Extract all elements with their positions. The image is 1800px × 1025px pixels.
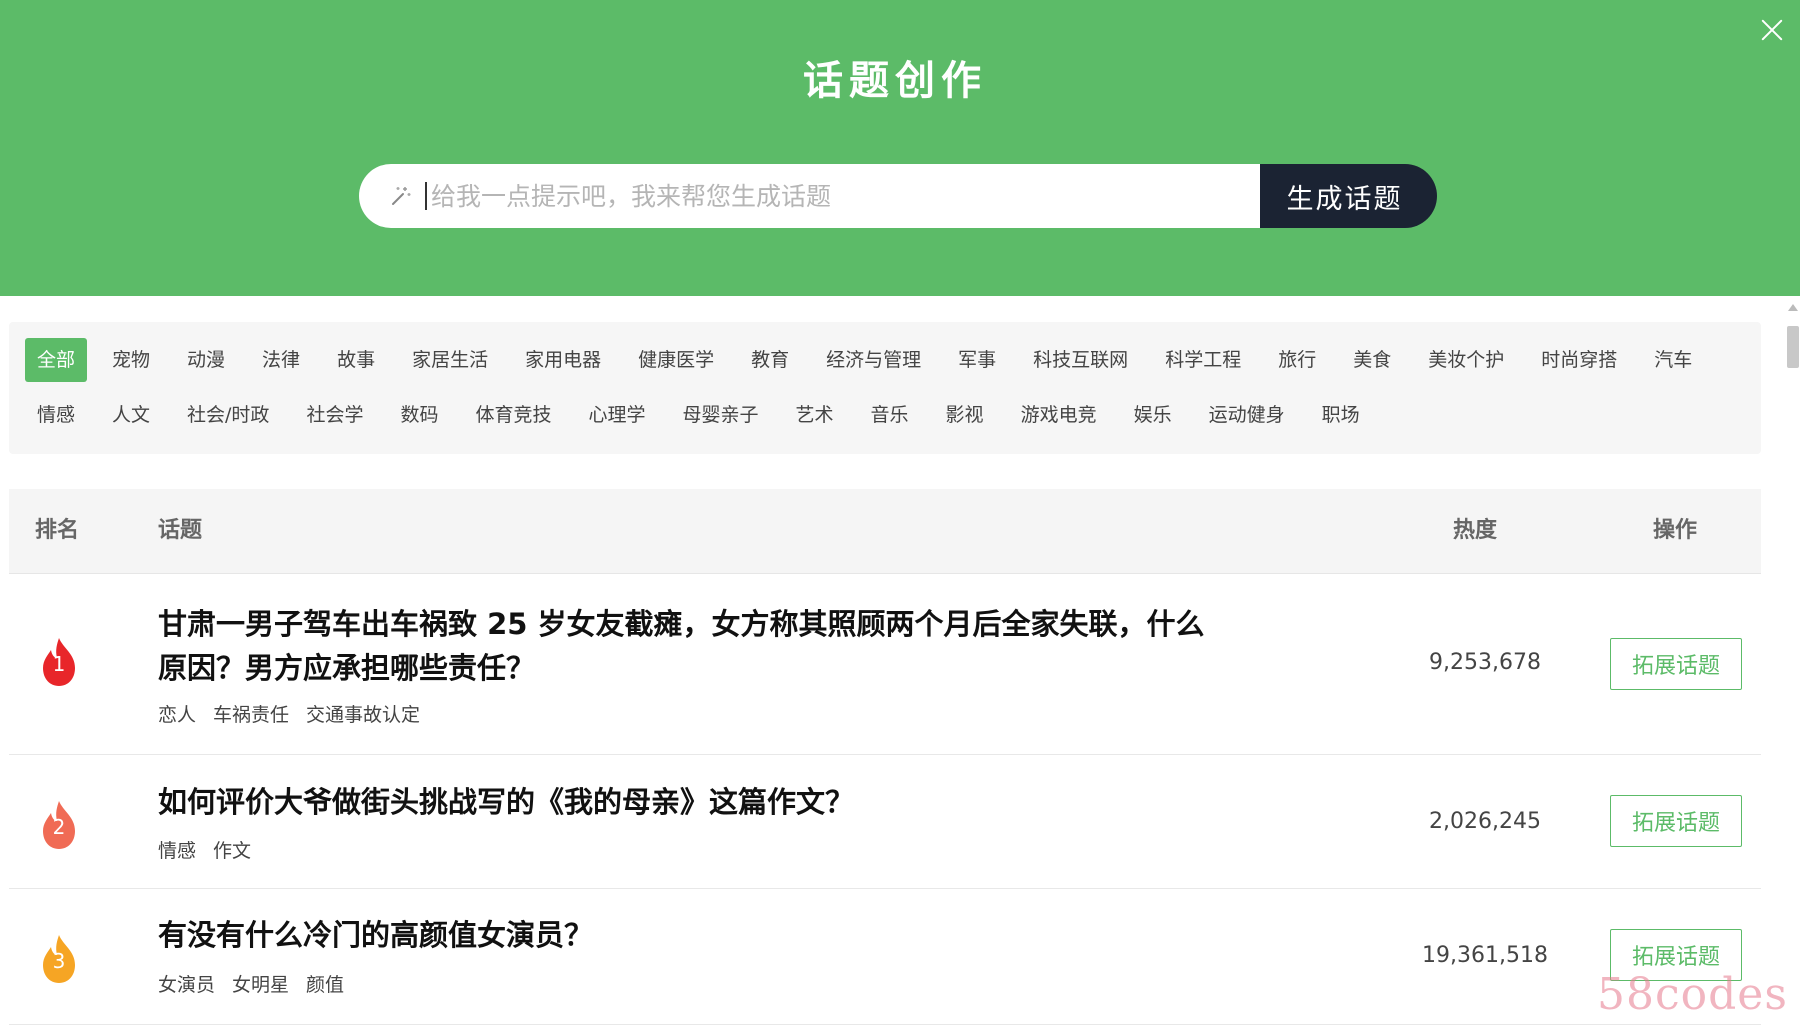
category-tab[interactable]: 娱乐 <box>1122 393 1184 437</box>
text-caret <box>425 182 427 210</box>
category-tab[interactable]: 美妆个护 <box>1416 338 1516 382</box>
category-tab[interactable]: 游戏电竞 <box>1009 393 1109 437</box>
category-tab[interactable]: 母婴亲子 <box>671 393 771 437</box>
category-filter-panel: 全部 宠物 动漫 法律 故事 家居生活 家用电器 健康医学 教育 经济与管理 军事 科技互联网 科学工程… <box>9 322 1761 454</box>
category-tab[interactable]: 家用电器 <box>513 338 613 382</box>
category-tab[interactable]: 美食 <box>1341 338 1403 382</box>
header-banner: 话题创作 生成话题 <box>0 0 1800 296</box>
category-tab[interactable]: 军事 <box>946 338 1008 382</box>
topic-tag[interactable]: 车祸责任 <box>213 700 289 727</box>
topic-title-line: 甘肃一男子驾车出车祸致 25 岁女友截瘫，女方称其照顾两个月后全家失联，什么 <box>158 607 1205 641</box>
scrollbar-thumb[interactable] <box>1787 326 1799 368</box>
topic-title-line: 原因？男方应承担哪些责任？ <box>158 651 536 685</box>
category-tab[interactable]: 数码 <box>388 393 450 437</box>
topic-tag[interactable]: 作文 <box>213 836 251 863</box>
category-tab[interactable]: 科技互联网 <box>1021 338 1140 382</box>
topic-title-line: 如何评价大爷做街头挑战写的《我的母亲》这篇作文？ <box>158 785 855 819</box>
column-header-rank: 排名 <box>35 518 80 543</box>
category-tab[interactable]: 职场 <box>1310 393 1372 437</box>
column-header-action: 操作 <box>1653 518 1698 543</box>
search-bar: 生成话题 <box>359 164 1437 228</box>
category-tab[interactable]: 教育 <box>739 338 801 382</box>
category-tab[interactable]: 健康医学 <box>626 338 726 382</box>
category-tab[interactable]: 音乐 <box>859 393 921 437</box>
generate-topic-button[interactable]: 生成话题 <box>1260 164 1437 228</box>
rank-number: 1 <box>52 652 66 676</box>
topic-prompt-input[interactable] <box>429 180 1253 212</box>
search-box[interactable] <box>359 164 1260 228</box>
expand-topic-button[interactable]: 拓展话题 <box>1610 795 1742 847</box>
flame-rank-icon: 1 <box>37 636 81 688</box>
topic-tags: 情感 作文 <box>158 836 268 863</box>
category-tab[interactable]: 旅行 <box>1266 338 1328 382</box>
category-tab[interactable]: 故事 <box>325 338 387 382</box>
heat-value: 9,253,678 <box>1429 650 1541 675</box>
magic-wand-icon <box>387 182 415 210</box>
table-row: 1 甘肃一男子驾车出车祸致 25 岁女友截瘫，女方称其照顾两个月后全家失联，什么… <box>9 574 1761 755</box>
column-header-topic: 话题 <box>158 518 203 543</box>
heat-value: 19,361,518 <box>1422 943 1548 968</box>
scrollbar[interactable] <box>1786 296 1800 1025</box>
rank-number: 3 <box>52 949 66 973</box>
topic-title-line: 有没有什么冷门的高颜值女演员？ <box>158 918 594 952</box>
topic-tag[interactable]: 情感 <box>158 836 196 863</box>
topic-tag[interactable]: 恋人 <box>158 700 196 727</box>
heat-value: 2,026,245 <box>1429 809 1541 834</box>
topic-tags: 恋人 车祸责任 交通事故认定 <box>158 700 437 727</box>
table-row: 3 有没有什么冷门的高颜值女演员？ 女演员 女明星 颜值 19,361,518 … <box>9 889 1761 1025</box>
column-header-heat: 热度 <box>1453 518 1498 543</box>
category-tab[interactable]: 经济与管理 <box>814 338 933 382</box>
topic-tag[interactable]: 交通事故认定 <box>306 700 420 727</box>
category-tab[interactable]: 情感 <box>25 393 87 437</box>
category-tab[interactable]: 社会/时政 <box>175 393 281 437</box>
category-tab[interactable]: 全部 <box>25 338 88 382</box>
category-tab[interactable]: 动漫 <box>175 338 237 382</box>
category-tab[interactable]: 宠物 <box>100 338 162 382</box>
page-title: 话题创作 <box>803 58 987 104</box>
close-icon[interactable] <box>1754 12 1790 48</box>
topic-tag[interactable]: 颜值 <box>306 970 344 997</box>
category-tab[interactable]: 人文 <box>100 393 162 437</box>
category-tab[interactable]: 艺术 <box>784 393 846 437</box>
topic-tag[interactable]: 女演员 <box>158 970 215 997</box>
category-tab[interactable]: 科学工程 <box>1153 338 1253 382</box>
category-tab[interactable]: 汽车 <box>1642 338 1704 382</box>
scroll-up-arrow-icon[interactable] <box>1788 304 1798 311</box>
topic-title[interactable]: 甘肃一男子驾车出车祸致 25 岁女友截瘫，女方称其照顾两个月后全家失联，什么 原… <box>158 602 1258 690</box>
category-tab[interactable]: 时尚穿搭 <box>1529 338 1629 382</box>
category-row-1: 全部 宠物 动漫 法律 故事 家居生活 家用电器 健康医学 教育 经济与管理 军事 科技互联网 科学工程… <box>25 338 1717 382</box>
watermark: 58codes <box>1597 969 1788 1020</box>
topic-tags: 女演员 女明星 颜值 <box>158 970 361 997</box>
category-tab[interactable]: 体育竞技 <box>463 393 563 437</box>
category-tab[interactable]: 社会学 <box>294 393 375 437</box>
topic-tag[interactable]: 女明星 <box>232 970 289 997</box>
topic-title[interactable]: 如何评价大爷做街头挑战写的《我的母亲》这篇作文？ <box>158 780 1258 824</box>
flame-rank-icon: 3 <box>37 933 81 985</box>
expand-topic-button[interactable]: 拓展话题 <box>1610 638 1742 690</box>
rank-number: 2 <box>52 815 66 839</box>
category-tab[interactable]: 心理学 <box>576 393 657 437</box>
category-row-2: 情感 人文 社会/时政 社会学 数码 体育竞技 心理学 母婴亲子 艺术 音乐 影视 游戏电竞 娱乐 运动健… <box>25 393 1385 437</box>
category-tab[interactable]: 影视 <box>934 393 996 437</box>
table-row: 2 如何评价大爷做街头挑战写的《我的母亲》这篇作文？ 情感 作文 2,026,2… <box>9 755 1761 889</box>
category-tab[interactable]: 家居生活 <box>400 338 500 382</box>
category-tab[interactable]: 法律 <box>250 338 312 382</box>
flame-rank-icon: 2 <box>37 799 81 851</box>
table-header: 排名 话题 热度 操作 <box>9 489 1761 574</box>
topic-title[interactable]: 有没有什么冷门的高颜值女演员？ <box>158 913 1258 957</box>
category-tab[interactable]: 运动健身 <box>1197 393 1297 437</box>
